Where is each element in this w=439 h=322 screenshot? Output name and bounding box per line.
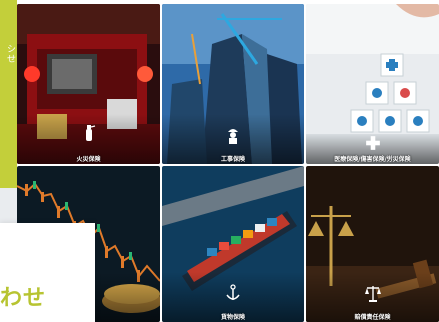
side-banner-text: シ せ	[6, 45, 16, 65]
side-banner[interactable]: シ せ	[0, 0, 17, 188]
construction-worker-icon	[225, 126, 241, 144]
tile-label: 賠償責任保険	[354, 314, 391, 321]
medical-icon	[365, 134, 381, 152]
tile-label: 工事保険	[220, 156, 245, 163]
tile-label: 医療保険/傷害保険/労災保険	[334, 156, 411, 163]
fire-extinguisher-icon	[81, 124, 97, 142]
anchor-icon	[225, 284, 241, 302]
notice-card[interactable]: わせ	[0, 223, 95, 322]
tile-label: 火災保険	[76, 156, 101, 163]
tile-liability-insurance[interactable]: 賠償責任保険	[306, 166, 439, 322]
notice-title: わせ	[0, 286, 47, 311]
scales-icon	[364, 284, 381, 302]
tile-medical-insurance[interactable]: 医療保険/傷害保険/労災保険	[306, 4, 439, 164]
tile-cargo-insurance[interactable]: 貨物保険	[162, 166, 304, 322]
tile-fire-insurance[interactable]: 火災保険	[17, 4, 160, 164]
tile-construction-insurance[interactable]: 工事保険	[162, 4, 304, 164]
tile-label: 貨物保険	[220, 314, 245, 321]
